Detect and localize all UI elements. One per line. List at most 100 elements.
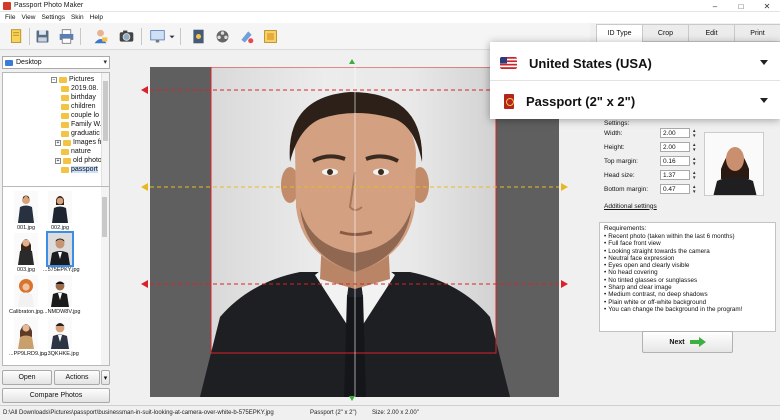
save-icon[interactable] xyxy=(32,26,52,46)
width-spinner[interactable]: ▲ ▼ xyxy=(692,128,699,138)
tab-bar: ID Type Crop Edit Print xyxy=(596,24,780,42)
tree-scrollbar[interactable] xyxy=(101,73,109,197)
thumbnail-item[interactable]: 001.jpg xyxy=(9,191,43,231)
bottom-margin-spinner[interactable]: ▲ ▼ xyxy=(692,184,699,194)
requirements-title: Requirements: xyxy=(604,225,647,232)
tree-item[interactable]: Family W. xyxy=(61,120,102,129)
menu-help[interactable]: Help xyxy=(87,14,106,21)
status-size: Size: 2.00 x 2.00" xyxy=(372,410,419,416)
tab-print[interactable]: Print xyxy=(734,24,780,42)
open-button[interactable]: Open xyxy=(2,370,52,385)
maximize-button[interactable]: □ xyxy=(728,0,754,12)
collapse-icon[interactable]: − xyxy=(51,76,57,83)
menu-bar: File View Settings Skin Help xyxy=(0,12,780,23)
thumbnail-image xyxy=(46,231,74,267)
folder-icon xyxy=(61,85,69,92)
status-bar: D:\All Downloads\Pictures\passport\busin… xyxy=(0,405,780,420)
folder-icon xyxy=(61,94,69,101)
requirements-box: Requirements: Recent photo (taken within… xyxy=(599,222,776,332)
menu-file[interactable]: File xyxy=(2,14,18,21)
paint-icon[interactable] xyxy=(236,26,256,46)
thumbnail-image xyxy=(14,233,38,265)
folder-icon xyxy=(61,103,69,110)
requirement-item: Eyes open and clearly visible xyxy=(604,262,771,269)
open-project-icon[interactable] xyxy=(6,26,26,46)
photo-tools-icon[interactable] xyxy=(188,26,208,46)
menu-skin[interactable]: Skin xyxy=(68,14,87,21)
chevron-down-icon: ▾ xyxy=(103,59,107,66)
tree-item[interactable]: couple lo xyxy=(61,111,99,120)
thumbnail-item[interactable]: 003.jpg xyxy=(9,233,43,273)
head-size-input[interactable]: 1.37 xyxy=(660,170,690,180)
document-type-value: Passport (2" x 2") xyxy=(526,93,636,109)
tree-item[interactable]: + old photo xyxy=(55,156,102,165)
monitor-icon[interactable] xyxy=(147,26,167,46)
tab-crop[interactable]: Crop xyxy=(642,24,689,42)
tree-item[interactable]: children xyxy=(61,102,96,111)
document-type-dropdown[interactable]: Passport (2" x 2") xyxy=(490,84,780,118)
menu-settings[interactable]: Settings xyxy=(38,14,68,21)
thumbnail-item[interactable]: ...NMDW8V.jpg xyxy=(43,275,80,315)
thumbnail-grid: 001.jpg 002.jpg 003.jpg ...575EPKY.jpg C… xyxy=(2,186,110,366)
top-margin-spinner[interactable]: ▲ ▼ xyxy=(692,156,699,166)
country-dropdown[interactable]: United States (USA) xyxy=(490,46,780,80)
top-margin-input[interactable]: 0.16 xyxy=(660,156,690,166)
head-size-spinner[interactable]: ▲ ▼ xyxy=(692,170,699,180)
tree-item[interactable]: + Images fr xyxy=(55,138,102,147)
additional-settings-link[interactable]: Additional settings xyxy=(604,200,704,212)
tree-item[interactable]: nature xyxy=(61,147,91,156)
status-format: Passport (2" x 2") xyxy=(310,410,357,416)
top-margin-field: Top margin: 0.16 ▲ ▼ xyxy=(604,155,714,167)
window-title: Passport Photo Maker xyxy=(14,2,84,9)
actions-menu-button[interactable]: ▾ xyxy=(101,370,110,385)
requirements-list: Recent photo (taken within the last 6 mo… xyxy=(604,233,771,313)
thumbnail-item[interactable]: ...PP9LRD9.jpg xyxy=(9,317,47,357)
requirement-item: Neutral face expression xyxy=(604,255,771,262)
film-icon[interactable] xyxy=(212,26,232,46)
thumbnails-scrollbar[interactable] xyxy=(101,187,109,365)
folder-icon xyxy=(61,166,69,173)
actions-button[interactable]: Actions xyxy=(54,370,100,385)
tab-edit[interactable]: Edit xyxy=(688,24,735,42)
tree-item[interactable]: − Pictures xyxy=(51,75,94,84)
user-photo-icon[interactable] xyxy=(90,26,110,46)
thumbnail-image xyxy=(48,317,72,349)
chevron-down-icon[interactable] xyxy=(168,26,176,46)
thumbnail-item[interactable]: ...3QKHKE.jpg xyxy=(43,317,79,357)
tab-id-type[interactable]: ID Type xyxy=(596,24,643,42)
bottom-margin-input[interactable]: 0.47 xyxy=(660,184,690,194)
height-input[interactable]: 2.00 xyxy=(660,142,690,152)
thumbnail-image xyxy=(14,275,38,307)
folder-dropdown[interactable]: Desktop ▾ xyxy=(2,56,110,69)
expand-icon[interactable]: + xyxy=(55,157,61,164)
expand-icon[interactable]: + xyxy=(55,139,61,146)
width-field: Width: 2.00 ▲ ▼ xyxy=(604,127,714,139)
menu-view[interactable]: View xyxy=(18,14,38,21)
thumbnail-image xyxy=(14,317,38,349)
tree-item-passport[interactable]: passport xyxy=(61,165,98,174)
layout-icon[interactable] xyxy=(260,26,280,46)
height-spinner[interactable]: ▲ ▼ xyxy=(692,142,699,152)
chevron-down-icon xyxy=(760,98,768,103)
tree-item[interactable]: birthday xyxy=(61,93,96,102)
minimize-button[interactable]: – xyxy=(702,0,728,12)
close-button[interactable]: ✕ xyxy=(754,0,780,12)
us-flag-icon xyxy=(500,57,517,69)
next-button[interactable]: Next xyxy=(642,331,733,353)
width-input[interactable]: 2.00 xyxy=(660,128,690,138)
bottom-margin-field: Bottom margin: 0.47 ▲ ▼ xyxy=(604,183,714,195)
folder-icon xyxy=(61,121,69,128)
camera-icon[interactable] xyxy=(116,26,136,46)
folder-icon xyxy=(63,157,71,164)
thumbnail-item-selected[interactable]: ...575EPKY.jpg xyxy=(43,231,80,273)
thumbnail-item[interactable]: Calibraton.jpg xyxy=(9,275,43,315)
thumbnail-item[interactable]: 002.jpg xyxy=(43,191,77,231)
tree-item[interactable]: 2019.08. xyxy=(61,84,98,93)
title-bar: Passport Photo Maker – □ ✕ xyxy=(0,0,780,12)
requirement-item: Full face front view xyxy=(604,240,771,247)
requirement-item: Recent photo (taken within the last 6 mo… xyxy=(604,233,771,240)
print-icon[interactable] xyxy=(56,26,76,46)
tree-item[interactable]: graduatic xyxy=(61,129,100,138)
compare-photos-button[interactable]: Compare Photos xyxy=(2,388,110,403)
requirement-item: No head covering xyxy=(604,269,771,276)
